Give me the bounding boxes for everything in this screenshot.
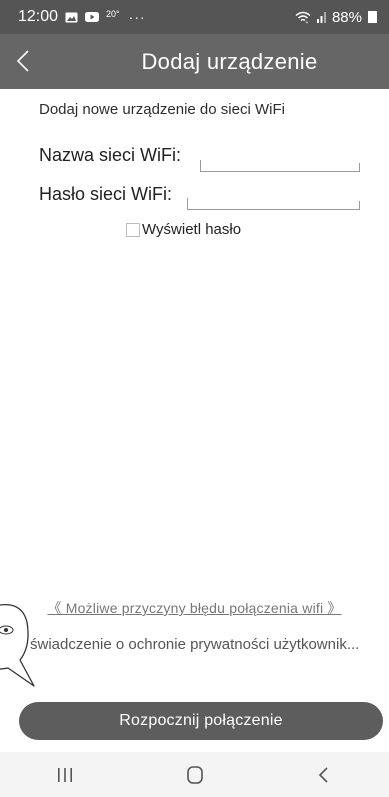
password-input[interactable] bbox=[187, 192, 360, 210]
back-icon bbox=[319, 766, 328, 783]
ssid-input[interactable] bbox=[200, 154, 360, 172]
signal-icon bbox=[316, 11, 326, 23]
privacy-statement-link[interactable]: świadczenie o ochronie prywatności użytk… bbox=[30, 636, 389, 653]
password-label: Hasło sieci WiFi: bbox=[39, 184, 173, 204]
svg-text:+: + bbox=[305, 20, 308, 24]
ssid-input-right-tick bbox=[359, 163, 360, 172]
system-nav-bar bbox=[0, 752, 389, 797]
recent-apps-button[interactable] bbox=[0, 752, 130, 797]
gallery-icon bbox=[65, 12, 78, 23]
show-password-checkbox[interactable] bbox=[126, 222, 140, 237]
page-subtitle: Dodaj nowe urządzenie do sieci WiFi bbox=[39, 101, 285, 118]
system-back-button[interactable] bbox=[259, 752, 389, 797]
status-right: + 88% bbox=[295, 9, 377, 26]
battery-icon bbox=[368, 11, 377, 23]
status-overflow-dots: ··· bbox=[128, 9, 146, 25]
ssid-label: Nazwa sieci WiFi: bbox=[39, 145, 182, 165]
youtube-icon bbox=[85, 12, 100, 22]
status-left: 12:00 20° ··· bbox=[18, 8, 146, 26]
status-time: 12:00 bbox=[18, 8, 59, 25]
start-connection-button[interactable]: Rozpocznij połączenie bbox=[19, 702, 383, 740]
wifi-icon: + bbox=[295, 11, 311, 24]
app-header: Dodaj urządzenie bbox=[0, 34, 389, 89]
recent-apps-icon bbox=[57, 767, 72, 782]
home-icon bbox=[186, 765, 203, 784]
home-button[interactable] bbox=[130, 752, 260, 797]
password-input-right-tick bbox=[359, 201, 360, 210]
show-password-label: Wyświetl hasło bbox=[142, 221, 242, 238]
status-bar: 12:00 20° ··· + 88% bbox=[0, 0, 389, 34]
show-password-toggle[interactable]: Wyświetl hasło bbox=[126, 221, 241, 238]
status-temperature: 20° bbox=[106, 9, 120, 19]
page-title: Dodaj urządzenie bbox=[141, 49, 318, 74]
battery-percent: 88% bbox=[331, 8, 362, 26]
connection-error-reasons-link[interactable]: 《 Możliwe przyczyny błędu połączenia wif… bbox=[0, 598, 389, 618]
